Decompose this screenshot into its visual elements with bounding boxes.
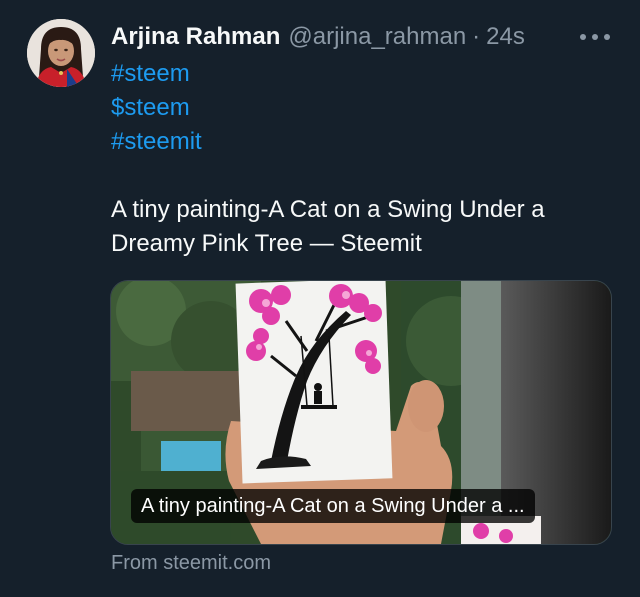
hashtag-link[interactable]: #steemit (111, 125, 202, 159)
more-horizontal-icon (580, 34, 586, 40)
tweet-header: Arjina Rahman @arjina_rahman · 24s (111, 22, 525, 52)
author-handle[interactable]: @arjina_rahman (288, 23, 466, 51)
more-options-button[interactable] (580, 27, 610, 47)
avatar-image (27, 19, 95, 87)
tweet-text: A tiny painting-A Cat on a Swing Under a… (111, 196, 545, 257)
header-separator: · (472, 23, 481, 50)
more-horizontal-icon-dot (592, 34, 598, 40)
tweet-timestamp[interactable]: 24s (486, 23, 525, 51)
avatar[interactable] (27, 19, 95, 87)
link-preview-card[interactable]: A tiny painting-A Cat on a Swing Under a… (110, 280, 612, 545)
tweet: Arjina Rahman @arjina_rahman · 24s #stee… (0, 0, 640, 597)
hashtag-list: #steem $steem #steemit (111, 57, 202, 159)
more-horizontal-icon-dot (604, 34, 610, 40)
card-title: A tiny painting-A Cat on a Swing Under a… (131, 489, 535, 523)
author-display-name[interactable]: Arjina Rahman (111, 23, 280, 51)
card-source[interactable]: From steemit.com (111, 550, 271, 576)
cashtag-link[interactable]: $steem (111, 91, 202, 125)
hashtag-link[interactable]: #steem (111, 57, 202, 91)
